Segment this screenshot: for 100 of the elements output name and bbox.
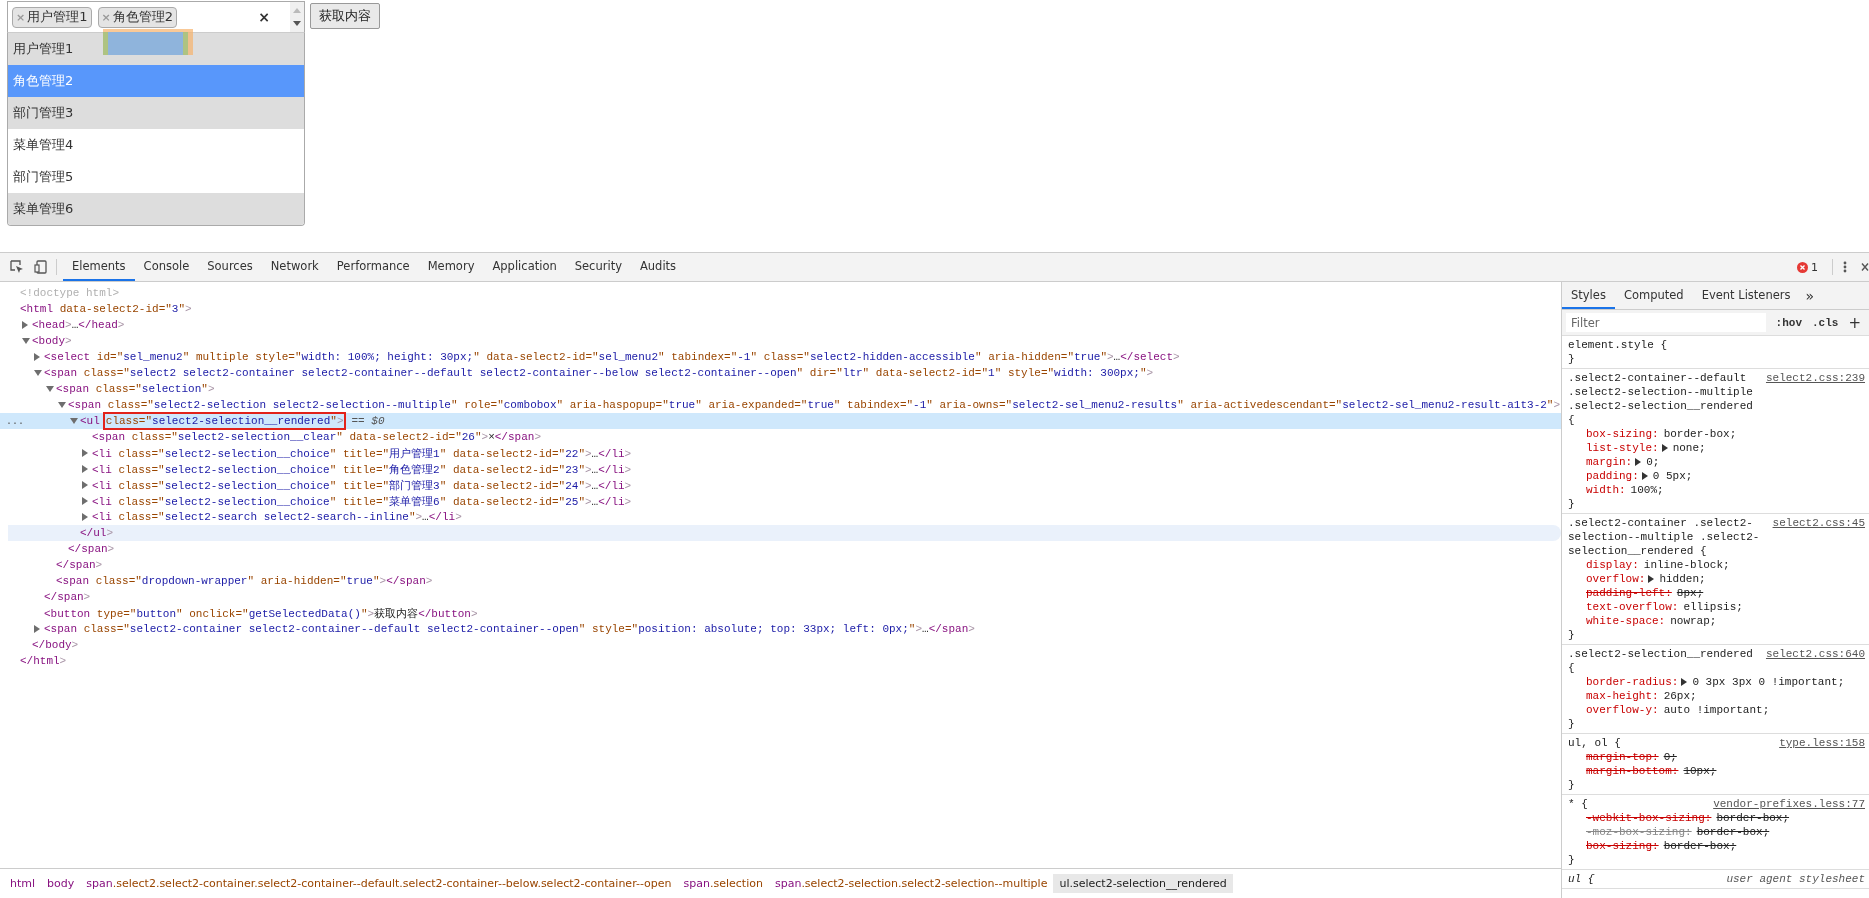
expand-icon[interactable]	[1641, 472, 1648, 480]
code-line: <span class="selection">	[56, 383, 215, 395]
source-link[interactable]: vendor-prefixes.less:77	[1713, 797, 1865, 811]
expand-toggle-icon[interactable]	[82, 465, 88, 473]
styles-tab[interactable]: Event Listeners	[1692, 282, 1800, 309]
property-name: overflow:	[1586, 572, 1646, 586]
tree-row[interactable]: <span class="select2-selection__clear" data-select2-id="26">×</span>	[0, 429, 1561, 445]
expand-toggle-icon[interactable]	[82, 481, 88, 489]
property-value: inline-block;	[1643, 558, 1730, 572]
devtools-tab[interactable]: Console	[134, 253, 199, 281]
source-link[interactable]: type.less:158	[1779, 736, 1865, 750]
expand-toggle-icon[interactable]	[22, 338, 30, 344]
tree-row[interactable]: <span class="dropdown-wrapper" aria-hidden="true"></span>	[0, 573, 1561, 589]
expand-toggle-icon[interactable]	[22, 321, 28, 329]
css-selector: .select2-selection__rendered {	[1568, 647, 1754, 675]
property-name: box-sizing:	[1586, 427, 1659, 441]
property-name: list-style:	[1586, 441, 1659, 455]
tree-row[interactable]: <html data-select2-id="3">	[0, 301, 1561, 317]
get-content-button[interactable]: 获取内容	[310, 3, 380, 29]
tree-row[interactable]: <li class="select2-selection__choice" title="菜单管理6" data-select2-id="25">…</li>	[0, 493, 1561, 509]
property-value: none;	[1672, 441, 1706, 455]
devtools-tab[interactable]: Application	[483, 253, 566, 281]
expand-toggle-icon[interactable]	[82, 449, 88, 457]
breadcrumb[interactable]: span.select2-selection.select2-selection--multiple	[768, 874, 1054, 893]
tree-row[interactable]: <span class="select2 select2-container select2-container--default select2-container--below select2-container--open" dir="ltr" data-select2-id="1" style="width: 300px;">	[0, 365, 1561, 381]
source-link[interactable]: select2.css:239	[1765, 371, 1865, 385]
source-link[interactable]: select2.css:640	[1765, 647, 1865, 661]
tree-row[interactable]: <button type="button" onclick="getSelectedData()">获取内容</button>	[0, 605, 1561, 621]
inspect-cursor-icon[interactable]	[10, 260, 24, 274]
class-button[interactable]: .cls	[1812, 316, 1839, 329]
expand-icon[interactable]	[1661, 444, 1668, 452]
devtools-tab[interactable]: Memory	[418, 253, 484, 281]
new-rule-button[interactable]: +	[1848, 313, 1861, 332]
property-name: max-height:	[1586, 689, 1659, 703]
property-name: padding:	[1586, 469, 1639, 483]
devtools-tab[interactable]: Sources	[198, 253, 262, 281]
more-dots[interactable]: ...	[6, 415, 24, 427]
closing-brace: }	[1568, 778, 1576, 792]
more-menu-icon[interactable]	[1843, 260, 1847, 274]
expand-icon[interactable]	[1681, 678, 1688, 686]
property-value: border-box;	[1696, 825, 1770, 839]
expand-icon[interactable]	[1648, 575, 1655, 583]
devtools-tab[interactable]: Network	[261, 253, 328, 281]
expand-toggle-icon[interactable]	[46, 386, 54, 392]
property-value: ellipsis;	[1683, 600, 1743, 614]
tree-row[interactable]: <li class="select2-selection__choice" title="用户管理1" data-select2-id="22">…</li>	[0, 445, 1561, 461]
expand-toggle-icon[interactable]	[34, 353, 40, 361]
tree-row[interactable]: <head>…</head>	[0, 317, 1561, 333]
expand-toggle-icon[interactable]	[82, 497, 88, 505]
error-count: 1	[1811, 260, 1818, 274]
code-line: <html data-select2-id="3">	[20, 303, 192, 315]
dropdown-option[interactable]: 部门管理3	[8, 97, 304, 129]
error-icon[interactable]	[1797, 261, 1808, 273]
expand-icon[interactable]	[1635, 458, 1642, 466]
breadcrumb[interactable]: ul.select2-selection__rendered	[1053, 874, 1233, 893]
dropdown-option[interactable]: 菜单管理6	[8, 193, 304, 225]
clear-button[interactable]: ×	[258, 9, 270, 25]
breadcrumb[interactable]: body	[41, 874, 81, 893]
closing-brace: }	[1568, 717, 1576, 731]
code-line: <span class="dropdown-wrapper" aria-hidden="true"></span>	[56, 575, 433, 587]
devtools-tab[interactable]: Performance	[327, 253, 419, 281]
tree-row[interactable]: <li class="select2-selection__choice" title="部门管理3" data-select2-id="24">…</li>	[0, 477, 1561, 493]
breadcrumb[interactable]: html	[4, 874, 42, 893]
styles-tab[interactable]: Computed	[1614, 282, 1693, 309]
code-line: <li class="select2-selection__choice" title="角色管理2" data-select2-id="23">…</li>	[92, 462, 632, 477]
property-name: margin-top:	[1586, 750, 1659, 764]
hover-state-button[interactable]: :hov	[1775, 316, 1802, 329]
devtools-tab[interactable]: Audits	[630, 253, 686, 281]
code-line: <li class="select2-selection__choice" title="用户管理1" data-select2-id="22">…</li>	[92, 446, 632, 461]
property-name: width:	[1586, 483, 1626, 497]
expand-toggle-icon[interactable]	[70, 418, 78, 424]
multi-select-field[interactable]: ×用户管理1 ×角色管理2 ×	[7, 1, 305, 33]
device-icon[interactable]	[34, 260, 48, 274]
scroll-arrows-icon[interactable]	[290, 2, 304, 32]
code-line: </ul>	[80, 527, 113, 539]
code-line: </span>	[43, 590, 92, 605]
tree-row[interactable]: <span class="select2-container select2-container--default select2-container--open" style="position: absolute; top: 33px; left: 0px;">…</span>	[0, 621, 1561, 637]
expand-toggle-icon[interactable]	[34, 625, 40, 633]
tree-row[interactable]: <body>	[0, 333, 1561, 349]
breadcrumb[interactable]: span.select2.select2-container.select2-container--default.select2-container--below.select2-container--open	[80, 874, 678, 893]
tree-row[interactable]: ... <ul class="select2-selection__rendered"> == $0	[0, 413, 1561, 429]
tree-row[interactable]: <span class="selection">	[0, 381, 1561, 397]
breadcrumb[interactable]: span.selection	[677, 874, 769, 893]
code-line: <span class="select2-selection__clear" data-select2-id="26">×</span>	[92, 431, 541, 443]
source-link[interactable]: select2.css:45	[1772, 516, 1865, 530]
close-icon[interactable]	[1861, 260, 1869, 274]
tree-row[interactable]: <select id="sel_menu2" multiple style="width: 100%; height: 30px;" data-select2-id="sel_menu2" tabindex="-1" class="select2-hidden-accessible" aria-hidden="true">…</select>	[0, 349, 1561, 365]
devtools-tab[interactable]: Elements	[63, 253, 135, 281]
code-line: <span class="select2-selection select2-selection--multiple" role="combobox" aria-haspopup="true" aria-expanded="true" tabindex="-1" aria-owns="select2-sel_menu2-results" aria-activedescendant="select2-sel_menu2-result-a1t3-2">	[68, 399, 1561, 411]
code-line: </span>	[55, 558, 104, 573]
devtools-tab[interactable]: Security	[565, 253, 631, 281]
expand-toggle-icon[interactable]	[34, 370, 42, 376]
code-line: <li class="select2-search select2-search--inline">…</li>	[92, 511, 462, 523]
more-tabs-button[interactable]: »	[1799, 282, 1821, 309]
tree-row[interactable]: <li class="select2-selection__choice" title="角色管理2" data-select2-id="23">…</li>	[0, 461, 1561, 477]
property-name: box-sizing:	[1586, 839, 1659, 853]
property-value: border-box;	[1663, 427, 1737, 441]
property-value: auto !important;	[1663, 703, 1770, 717]
filter-field[interactable]: Filter	[1566, 313, 1766, 332]
property-value: nowrap;	[1670, 614, 1717, 628]
